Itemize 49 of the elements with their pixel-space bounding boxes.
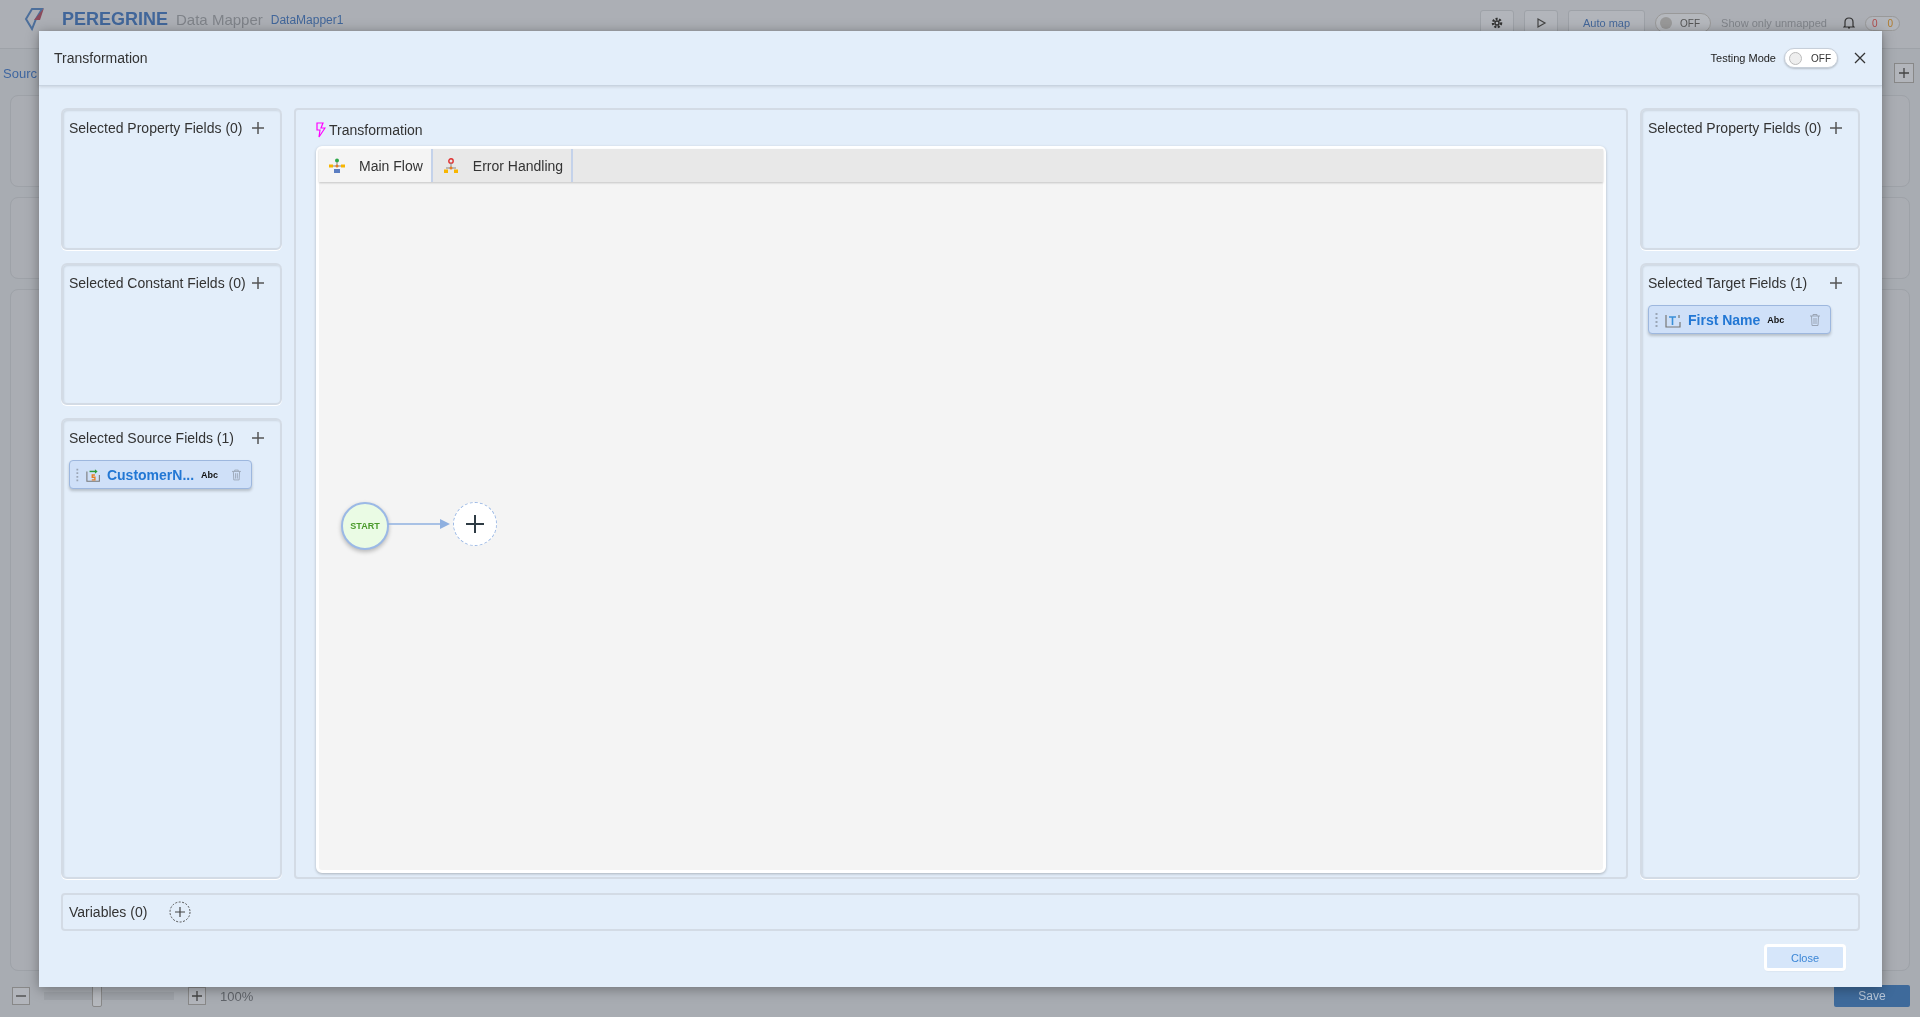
flow-tab[interactable]: Error Handling — [432, 149, 574, 182]
connector-arrow — [388, 519, 450, 529]
play-icon[interactable] — [1535, 17, 1547, 29]
panel-title: Selected Property Fields (0) — [69, 120, 243, 136]
panel-title: Selected Target Fields (1) — [1648, 275, 1808, 291]
panel-title: Transformation — [329, 122, 423, 138]
testing-mode-label: Testing Mode — [1710, 52, 1776, 64]
field-name: First Name — [1688, 311, 1761, 328]
panel-title: Selected Source Fields (1) — [69, 430, 234, 446]
variables-label: Variables (0) — [69, 904, 148, 920]
plus-icon[interactable] — [1830, 122, 1842, 134]
flow-tab[interactable]: Main Flow — [319, 149, 433, 182]
add-step-button[interactable] — [453, 502, 497, 546]
gear-icon[interactable] — [1489, 15, 1505, 31]
panel-title: Selected Property Fields (0) — [1648, 120, 1822, 136]
plus-icon[interactable] — [252, 432, 264, 444]
panel-title: Selected Constant Fields (0) — [69, 275, 246, 291]
add-circle-icon[interactable] — [169, 901, 192, 923]
lightning-icon — [316, 122, 326, 138]
field-chip[interactable]: CustomerN... Abc — [69, 460, 252, 489]
close-button[interactable]: Close — [1766, 946, 1844, 969]
field-chip[interactable]: First Name Abc — [1648, 305, 1831, 334]
plus-icon[interactable] — [465, 514, 485, 534]
field-type: Abc — [1767, 314, 1785, 325]
close-icon[interactable] — [1854, 52, 1866, 64]
zoom-in-button[interactable] — [188, 987, 206, 1005]
count-text: 0 — [1871, 17, 1878, 29]
plus-icon[interactable] — [252, 277, 264, 289]
zoom-reading: 100% — [220, 988, 254, 1004]
save-button[interactable]: Save — [1834, 985, 1910, 1007]
field-type: Abc — [201, 469, 219, 480]
unmapped-toggle[interactable]: OFF — [1655, 13, 1712, 33]
drag-handle-icon[interactable] — [76, 467, 79, 482]
add-button[interactable] — [1894, 63, 1914, 83]
project-link[interactable]: DataMapper1 — [270, 13, 344, 27]
dialog-title: Transformation — [54, 50, 148, 66]
bell-icon[interactable] — [1842, 16, 1855, 30]
field-name: CustomerN... — [106, 466, 195, 483]
app-logo-text: PEREGRINE — [62, 8, 169, 30]
start-node[interactable]: START — [341, 502, 389, 550]
drag-handle-icon[interactable] — [1655, 312, 1658, 327]
zoom-out-button[interactable] — [12, 987, 30, 1005]
plus-icon[interactable] — [1830, 277, 1842, 289]
flowchart-icon — [329, 157, 345, 174]
count-text: 0 — [1887, 17, 1893, 29]
testing-mode-toggle[interactable]: OFF — [1784, 48, 1838, 68]
source-tab[interactable]: Sourc — [3, 65, 37, 81]
flowchart-icon — [442, 157, 459, 174]
plus-icon[interactable] — [252, 122, 264, 134]
